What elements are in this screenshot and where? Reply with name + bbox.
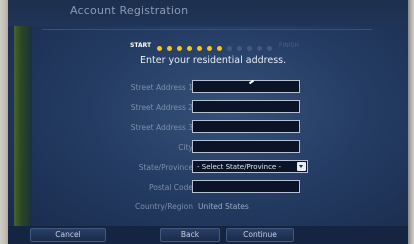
progress-step-dot <box>167 45 173 51</box>
progress-step-dot <box>157 45 163 51</box>
state-province-label: State/Province <box>138 163 193 172</box>
progress-start-label: START <box>130 41 152 49</box>
back-button[interactable]: Back <box>160 228 220 242</box>
progress-indicator: START FINISH <box>130 40 299 51</box>
progress-step-dot <box>257 45 263 51</box>
progress-dots <box>157 36 277 55</box>
street-address-1-label: Street Address 1 <box>130 83 193 92</box>
street-address-2-input[interactable] <box>192 100 300 113</box>
progress-step-dot <box>217 45 223 51</box>
progress-step-dot <box>227 45 233 51</box>
street-address-3-row: Street Address 3 <box>8 120 408 136</box>
postal-code-row: Postal Code <box>8 180 408 196</box>
cancel-button[interactable]: Cancel <box>30 228 106 242</box>
country-region-value: United States <box>198 202 249 211</box>
title-bar: Account Registration <box>8 0 408 26</box>
street-address-3-input[interactable] <box>192 120 300 133</box>
state-province-select[interactable]: - Select State/Province - <box>192 160 308 173</box>
instruction-text: Enter your residential address. <box>140 55 287 66</box>
country-region-label: Country/Region <box>135 202 193 211</box>
window-title: Account Registration <box>70 4 189 17</box>
street-address-1-row: Street Address 1 <box>8 80 408 96</box>
monitor-bezel-right <box>408 0 414 244</box>
street-address-2-label: Street Address 2 <box>130 103 193 112</box>
chevron-down-icon[interactable] <box>297 162 306 171</box>
progress-step-dot <box>237 45 243 51</box>
progress-finish-label: FINISH <box>279 41 299 49</box>
city-label: City <box>178 143 193 152</box>
state-province-selected: - Select State/Province - <box>197 163 281 171</box>
progress-step-dot <box>177 45 183 51</box>
state-province-row: State/Province - Select State/Province - <box>8 160 408 176</box>
street-address-2-row: Street Address 2 <box>8 100 408 116</box>
street-address-1-input[interactable] <box>192 80 300 93</box>
registration-screen: Account Registration START FINISH Enter … <box>8 0 408 244</box>
progress-step-dot <box>267 45 273 51</box>
progress-step-dot <box>207 45 213 51</box>
postal-code-input[interactable] <box>192 180 300 193</box>
street-address-3-label: Street Address 3 <box>130 123 193 132</box>
continue-button[interactable]: Continue <box>226 228 294 242</box>
progress-step-dot <box>247 45 253 51</box>
postal-code-label: Postal Code <box>149 183 193 192</box>
progress-step-dot <box>187 45 193 51</box>
header-divider <box>42 29 372 30</box>
city-row: City <box>8 140 408 156</box>
progress-step-dot <box>197 45 203 51</box>
city-input[interactable] <box>192 140 300 153</box>
country-region-row: Country/Region United States <box>8 199 408 215</box>
